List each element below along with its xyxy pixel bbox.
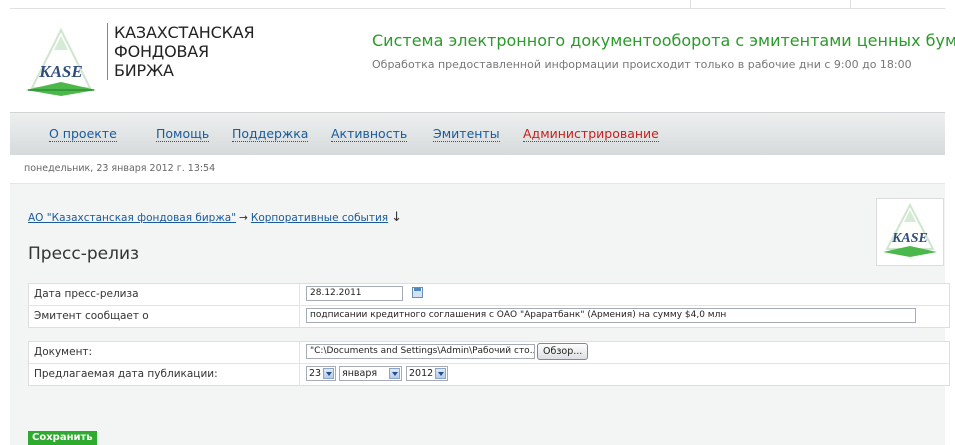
nav-administration[interactable]: Администрирование — [523, 126, 659, 142]
year-select[interactable]: 2012 — [406, 366, 448, 381]
exchange-name-line-2: ФОНДОВАЯ — [114, 42, 209, 61]
exchange-name-line-3: БИРЖА — [114, 61, 174, 80]
arrow-down-icon[interactable]: ↓ — [391, 210, 402, 225]
issuer-message-input[interactable]: подписании кредитного соглашения с ОАО "… — [306, 308, 916, 323]
nav-about[interactable]: О проекте — [49, 126, 117, 142]
breadcrumb-corporate-events[interactable]: Корпоративные события — [251, 212, 388, 224]
day-value: 23 — [309, 368, 322, 379]
current-datetime: понедельник, 23 января 2012 г. 13:54 — [24, 163, 216, 174]
kase-logo[interactable]: KASE — [20, 26, 102, 98]
month-value: января — [342, 368, 378, 379]
chevron-down-icon — [389, 368, 400, 379]
press-release-form: Дата пресс-релиза 28.12.2011 Эмитент соо… — [28, 283, 950, 328]
browse-button[interactable]: Обзор... — [537, 343, 589, 360]
page: KASE КАЗАХСТАНСКАЯ ФОНДОВАЯ БИРЖА Систем… — [0, 0, 955, 445]
kase-logo-wordmark: KASE — [38, 62, 82, 81]
breadcrumb-kase[interactable]: АО "Казахстанская фондовая биржа" — [28, 212, 236, 224]
chevron-down-icon — [435, 368, 446, 379]
document-file-input[interactable]: "C:\Documents and Settings\Admin\Рабочий… — [306, 344, 535, 359]
year-value: 2012 — [409, 368, 434, 379]
save-button[interactable]: Сохранить — [28, 431, 97, 445]
release-date-input[interactable]: 28.12.2011 — [306, 286, 403, 301]
nav-activity[interactable]: Активность — [331, 126, 408, 142]
nav-support[interactable]: Поддержка — [232, 126, 309, 142]
chevron-down-icon — [323, 368, 334, 379]
top-strip — [10, 0, 945, 9]
publication-date-row: Предлагаемая дата публикации: 23 января … — [29, 364, 949, 385]
document-label: Документ: — [34, 346, 93, 358]
issuer-row: Эмитент сообщает о подписании кредитного… — [29, 306, 949, 327]
day-select[interactable]: 23 — [306, 366, 336, 381]
kase-logo-small: KASE — [876, 198, 944, 266]
calendar-icon[interactable] — [412, 287, 423, 298]
document-form: Документ: "C:\Documents and Settings\Adm… — [28, 341, 950, 386]
date-bar: понедельник, 23 января 2012 г. 13:54 — [10, 155, 945, 184]
breadcrumb-separator: → — [239, 212, 248, 224]
publication-date-label: Предлагаемая дата публикации: — [34, 368, 218, 380]
system-title: Система электронного документооборота с … — [372, 31, 955, 50]
issuer-label: Эмитент сообщает о — [34, 310, 149, 322]
release-date-label: Дата пресс-релиза — [34, 288, 139, 300]
document-row: Документ: "C:\Documents and Settings\Adm… — [29, 342, 949, 364]
exchange-name-line-1: КАЗАХСТАНСКАЯ — [114, 23, 255, 42]
month-select[interactable]: января — [339, 366, 402, 381]
page-title: Пресс-релиз — [28, 244, 140, 264]
exchange-name: КАЗАХСТАНСКАЯ ФОНДОВАЯ БИРЖА — [107, 23, 255, 80]
kase-logo-small-wordmark: KASE — [891, 231, 928, 246]
nav-issuers[interactable]: Эмитенты — [433, 126, 500, 142]
release-date-row: Дата пресс-релиза 28.12.2011 — [29, 284, 949, 306]
breadcrumb: АО "Казахстанская фондовая биржа" → Корпор… — [28, 210, 402, 225]
main-nav: О проекте Помощь Поддержка Активность Эм… — [10, 112, 945, 156]
system-subtitle: Обработка предоставленной информации про… — [372, 58, 912, 71]
nav-help[interactable]: Помощь — [156, 126, 210, 142]
